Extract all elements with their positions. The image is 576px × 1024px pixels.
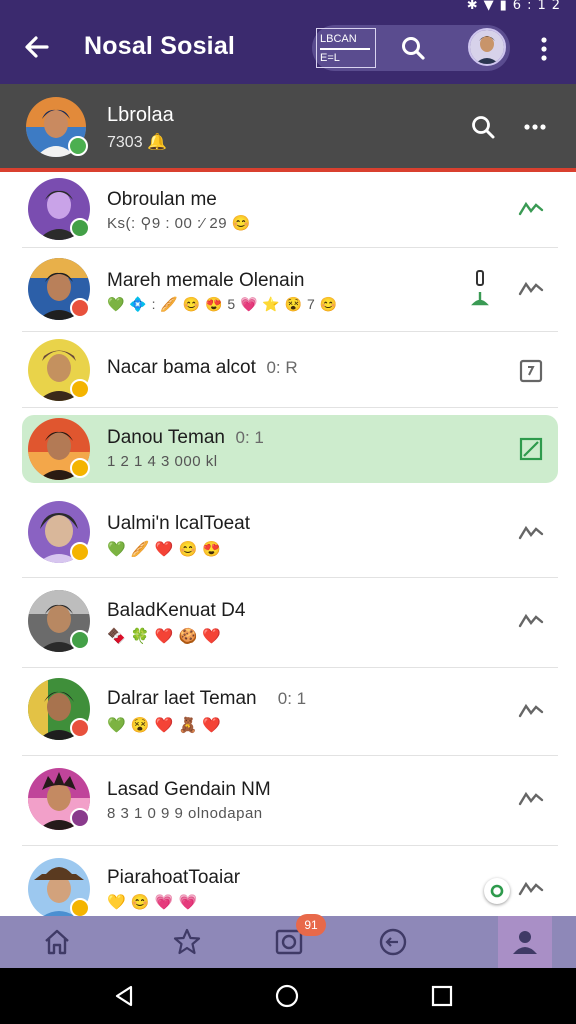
account-avatar-image — [470, 30, 504, 64]
home-circle-icon[interactable] — [275, 984, 299, 1008]
wifi-icon: ▼ — [483, 0, 500, 13]
chat-subtitle: Ks(: ⚲9 : 00 :⁄ 29 😊 — [107, 215, 251, 232]
status-icons: ✱▼▮6:12 — [467, 0, 566, 13]
chat-time: 0: 1 — [277, 689, 307, 708]
chat-row[interactable]: Ualmi'n lcalToeat 💚 🥖 ❤️ 😊 😍 — [22, 490, 558, 578]
wave-icon[interactable] — [518, 786, 544, 812]
chat-row[interactable]: PiarahoatToaiar 💛 😊 💗 💗 — [22, 846, 558, 916]
chat-subtitle: 8 3 1 0 9 9 olnodapan — [107, 805, 263, 822]
presence-badge — [70, 458, 90, 478]
status-bar: ✱▼▮6:12 — [0, 0, 576, 14]
chat-title: Lasad Gendain NM — [107, 779, 271, 800]
presence-badge — [70, 218, 90, 238]
chat-subtitle: 💚 💠 : 🥖 😊 😍 5 💗 ⭐ 😵 7 😊 — [107, 296, 338, 312]
chat-title-text: Nacar bama alcot — [107, 357, 256, 378]
chat-subtitle: 1 2 1 4 3 000 kl — [107, 453, 218, 470]
person-icon — [513, 931, 537, 954]
online-status-badge — [68, 136, 88, 156]
wave-icon[interactable] — [518, 520, 544, 546]
pill-badge-line2: E=L — [320, 52, 340, 64]
chat-icon — [379, 928, 407, 956]
presence-badge — [70, 718, 90, 738]
nav-chats[interactable] — [362, 916, 422, 968]
chat-title: Danou Teman 0: 1 — [107, 427, 264, 449]
wave-icon[interactable] — [518, 698, 544, 724]
system-navigation-bar — [0, 968, 576, 1024]
presence-badge — [70, 298, 90, 318]
chat-title: Nacar bama alcot 0: R — [107, 357, 298, 379]
search-icon[interactable] — [400, 35, 426, 61]
pill-logo-badge: LBCAN E=L — [316, 28, 376, 68]
chat-row-selected[interactable]: Danou Teman 0: 1 1 2 1 4 3 000 kl — [22, 415, 558, 483]
wave-icon[interactable] — [518, 196, 544, 222]
back-arrow-icon[interactable] — [22, 32, 52, 62]
chat-title: Obroulan me — [107, 189, 217, 210]
chat-row[interactable]: Lasad Gendain NM 8 3 1 0 9 9 olnodapan — [22, 756, 558, 846]
header-more-icon[interactable] — [522, 118, 548, 136]
calendar-icon[interactable] — [518, 358, 544, 384]
star-icon — [173, 928, 201, 955]
chat-subtitle: 💚 😵 ❤️ 🧸 ❤️ — [107, 717, 222, 734]
wave-icon[interactable] — [518, 876, 544, 902]
presence-badge — [70, 379, 90, 399]
account-avatar[interactable] — [468, 28, 506, 66]
nav-profile[interactable] — [498, 916, 552, 968]
chat-title-text: Danou Teman — [107, 427, 225, 448]
overflow-menu-icon[interactable] — [532, 34, 556, 64]
chat-time: 0: 1 — [235, 428, 264, 447]
home-icon — [45, 929, 69, 955]
chat-row[interactable]: Mareh memale Olenain 💚 💠 : 🥖 😊 😍 5 💗 ⭐ 😵… — [22, 248, 558, 332]
chat-title: BaladKenuat D4 — [107, 600, 246, 621]
status-dot[interactable] — [484, 878, 510, 904]
status-time: 6:12 — [512, 0, 566, 13]
chat-subtitle: 💛 😊 💗 💗 — [107, 894, 198, 911]
chat-row[interactable]: Nacar bama alcot 0: R — [22, 332, 558, 408]
row-divider — [22, 407, 558, 408]
notification-icon[interactable] — [470, 270, 490, 314]
chat-row[interactable]: BaladKenuat D4 🍫 🍀 ❤️ 🍪 ❤️ — [22, 578, 558, 668]
chat-list[interactable]: Obroulan me Ks(: ⚲9 : 00 :⁄ 29 😊 Mareh m… — [0, 172, 576, 916]
chat-title: Ualmi'n lcalToeat — [107, 513, 251, 534]
chat-title: Dalrar laet Teman 0: 1 — [107, 688, 306, 710]
chat-row[interactable]: Obroulan me Ks(: ⚲9 : 00 :⁄ 29 😊 — [22, 172, 558, 248]
battery-icon: ▮ — [499, 0, 513, 13]
app-title: Nosal Sosial — [84, 32, 236, 60]
presence-badge — [70, 898, 90, 916]
chat-subtitle: 💚 🥖 ❤️ 😊 😍 — [107, 541, 222, 558]
profile-subtitle: 7303 🔔 — [107, 134, 167, 151]
presence-badge — [70, 630, 90, 650]
profile-header[interactable]: Lbrolaa 7303 🔔 — [0, 84, 576, 170]
chat-time: 0: R — [266, 358, 298, 377]
edit-square-icon[interactable] — [518, 436, 544, 462]
presence-badge — [70, 808, 90, 828]
header-search-icon[interactable] — [470, 114, 496, 140]
back-triangle-icon[interactable] — [112, 984, 136, 1008]
app-bar: Nosal Sosial LBCAN E=L — [0, 14, 576, 84]
bluetooth-icon: ✱ — [466, 0, 484, 13]
nav-notification-badge: 91 — [296, 914, 326, 936]
bottom-navigation: 91 — [0, 914, 576, 968]
nav-favorites[interactable] — [156, 916, 216, 968]
chat-title: Mareh memale Olenain — [107, 270, 305, 291]
presence-badge — [70, 542, 90, 562]
chat-title-text: Dalrar laet Teman — [107, 688, 257, 709]
chat-subtitle: 🍫 🍀 ❤️ 🍪 ❤️ — [107, 628, 222, 645]
chat-row[interactable]: Dalrar laet Teman 0: 1 💚 😵 ❤️ 🧸 ❤️ — [22, 668, 558, 756]
nav-home[interactable] — [26, 916, 86, 968]
search-pill[interactable]: LBCAN E=L — [312, 25, 510, 71]
pill-badge-line1: LBCAN — [320, 33, 357, 45]
wave-icon[interactable] — [518, 608, 544, 634]
chat-title: PiarahoatToaiar — [107, 867, 241, 888]
recents-square-icon[interactable] — [430, 984, 454, 1008]
profile-name: Lbrolaa — [107, 104, 174, 126]
wave-icon[interactable] — [518, 276, 544, 302]
ring-icon — [490, 884, 504, 898]
